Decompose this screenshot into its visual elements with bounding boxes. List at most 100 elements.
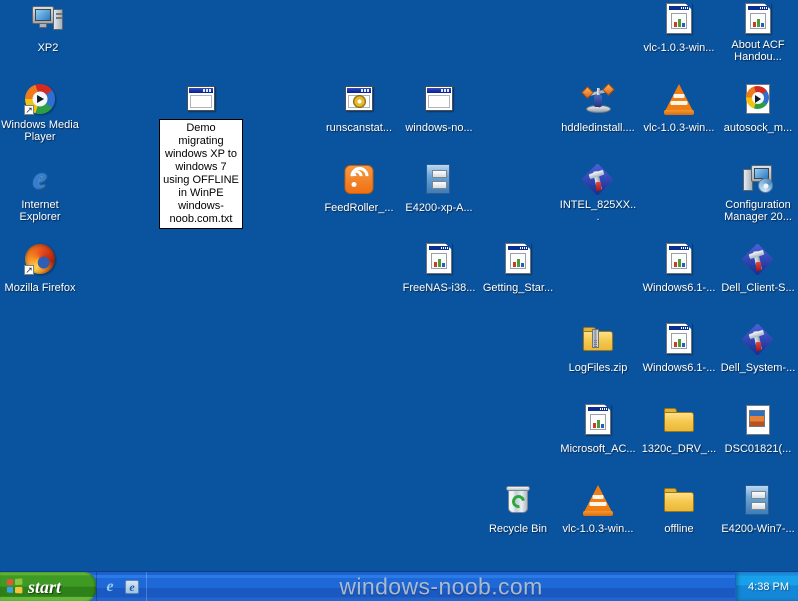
desktop-icon-art <box>399 162 479 198</box>
desktop-icon[interactable]: windows-no... <box>399 82 479 136</box>
launch-internet-explorer-browser-icon[interactable]: e <box>124 579 140 595</box>
shortcut-arrow-icon: ↗ <box>24 105 34 115</box>
desktop-icon[interactable]: vlc-1.0.3-win... <box>639 82 719 136</box>
desktop-icon-art <box>718 2 798 38</box>
desktop-icon[interactable]: FeedRoller_... <box>319 162 399 216</box>
desktop-icon[interactable]: e Internet Explorer <box>0 162 80 225</box>
desktop-icon-label: Dell_Client-S... <box>721 282 795 294</box>
desktop[interactable]: XP2 ↗ Windows Media Player e Internet Explor… <box>0 0 798 601</box>
desktop-icon-label: XP2 <box>37 42 59 54</box>
desktop-icon[interactable]: Dell_System-... <box>718 322 798 376</box>
desktop-icon-label: INTEL_825XX... <box>559 199 637 223</box>
desktop-icon-art <box>558 82 638 118</box>
desktop-icon[interactable]: About ACF Handou... <box>718 2 798 65</box>
desktop-icon[interactable]: hddledinstall.... <box>558 82 638 136</box>
desktop-icon[interactable]: XP2 <box>8 2 88 56</box>
folder-icon <box>663 403 695 435</box>
desktop-icon[interactable]: FreeNAS-i38... <box>399 242 479 296</box>
desktop-icon[interactable]: Microsoft_AC... <box>558 403 638 457</box>
start-button[interactable]: start <box>0 572 96 601</box>
desktop-icon[interactable]: INTEL_825XX... <box>558 162 638 225</box>
desktop-icon-art <box>558 483 638 519</box>
desktop-icon-art <box>718 403 798 439</box>
desktop-icon[interactable]: offline <box>639 483 719 537</box>
installer-package-icon <box>581 162 614 196</box>
document-icon <box>663 242 695 274</box>
desktop-icon-art <box>478 242 558 278</box>
desktop-icon[interactable]: Demo migrating windows XP to windows 7 u… <box>156 82 246 229</box>
desktop-icon[interactable]: vlc-1.0.3-win... <box>558 483 638 537</box>
recycle-bin-icon <box>502 483 534 515</box>
desktop-icon-label: offline <box>664 523 694 535</box>
configuration-manager-icon <box>742 162 774 194</box>
desktop-icon-art <box>319 162 399 198</box>
desktop-icon[interactable]: E4200-xp-A... <box>399 162 479 216</box>
desktop-icon[interactable]: vlc-1.0.3-win... <box>639 2 719 56</box>
desktop-icon[interactable]: E4200-Win7-... <box>718 483 798 537</box>
desktop-icon-art: ↗ <box>0 242 80 278</box>
desktop-icon-label: About ACF Handou... <box>731 39 785 63</box>
internet-explorer-icon: e <box>33 162 47 195</box>
desktop-icon-art <box>478 483 558 519</box>
desktop-icon-art <box>319 82 399 118</box>
desktop-icon-art <box>718 322 798 358</box>
desktop-icon[interactable]: Getting_Star... <box>478 242 558 296</box>
shortcut-arrow-icon: ↗ <box>24 265 34 275</box>
desktop-icon-art <box>558 403 638 439</box>
desktop-icon-label: DSC01821(... <box>724 443 792 455</box>
system-tray[interactable]: 4:38 PM <box>735 572 798 601</box>
document-icon <box>742 2 774 34</box>
desktop-icon-art: e <box>0 162 80 198</box>
taskbar-clock[interactable]: 4:38 PM <box>748 581 789 593</box>
desktop-icon-label: autosock_m... <box>723 122 793 134</box>
desktop-icon[interactable]: Recycle Bin <box>478 483 558 537</box>
desktop-icon-art <box>156 82 246 118</box>
desktop-icon[interactable]: Windows6.1-... <box>639 242 719 296</box>
desktop-icon-label: FeedRoller_... <box>324 202 394 214</box>
desktop-icon-art <box>558 322 638 358</box>
ie-badge-glyph: e <box>129 579 135 594</box>
desktop-icon[interactable]: autosock_m... <box>718 82 798 136</box>
desktop-icon[interactable]: ↗ Windows Media Player <box>0 82 80 145</box>
image-file-icon <box>742 403 774 435</box>
task-button-area[interactable]: windows-noob.com <box>147 572 735 601</box>
document-icon <box>582 403 614 435</box>
text-document-window-icon <box>185 82 217 114</box>
text-document-window-icon <box>423 82 455 114</box>
desktop-icon-label: windows-no... <box>405 122 473 134</box>
desktop-icon[interactable]: ↗ Mozilla Firefox <box>0 242 80 296</box>
document-icon <box>502 242 534 274</box>
desktop-icon-art <box>639 242 719 278</box>
desktop-icon-label: Getting_Star... <box>482 282 554 294</box>
desktop-icon-art <box>639 483 719 519</box>
document-icon <box>423 242 455 274</box>
desktop-icon-label: FreeNAS-i38... <box>402 282 476 294</box>
desktop-icon[interactable]: runscanstat... <box>319 82 399 136</box>
script-window-gear-icon <box>343 82 375 114</box>
desktop-icon[interactable]: Dell_Client-S... <box>718 242 798 296</box>
document-icon <box>663 2 695 34</box>
desktop-icon[interactable]: 1320c_DRV_... <box>639 403 719 457</box>
feedroller-icon <box>343 162 375 194</box>
desktop-icon-art <box>399 242 479 278</box>
desktop-icon-label: Windows6.1-... <box>642 282 716 294</box>
start-button-label: start <box>28 576 62 597</box>
desktop-icon-label: vlc-1.0.3-win... <box>643 42 715 54</box>
desktop-icon[interactable]: Configuration Manager 20... <box>718 162 798 225</box>
desktop-icon-art <box>8 2 88 38</box>
desktop-icon-label: LogFiles.zip <box>568 362 628 374</box>
desktop-icon[interactable]: DSC01821(... <box>718 403 798 457</box>
desktop-icon-art <box>399 82 479 118</box>
desktop-icon-art <box>639 2 719 38</box>
desktop-icon[interactable]: LogFiles.zip <box>558 322 638 376</box>
taskbar[interactable]: start e e windows-noob.com 4:38 PM <box>0 571 798 601</box>
desktop-icon-art: ↗ <box>0 82 80 118</box>
internet-explorer-icon[interactable]: e <box>102 578 118 595</box>
desktop-icon-label: 1320c_DRV_... <box>641 443 717 455</box>
hardware-install-icon <box>581 82 615 114</box>
desktop-icon-label: vlc-1.0.3-win... <box>643 122 715 134</box>
quick-launch-bar[interactable]: e e <box>96 572 147 601</box>
desktop-icon-label: Configuration Manager 20... <box>724 199 792 223</box>
vlc-cone-icon <box>663 82 695 115</box>
desktop-icon[interactable]: Windows6.1-... <box>639 322 719 376</box>
